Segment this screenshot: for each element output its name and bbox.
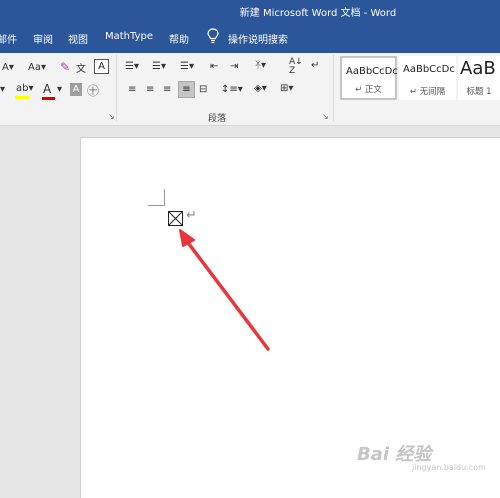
baidu-watermark-url: jingyan.baidu.com [412,463,486,472]
annotation-arrow-icon [179,229,270,351]
